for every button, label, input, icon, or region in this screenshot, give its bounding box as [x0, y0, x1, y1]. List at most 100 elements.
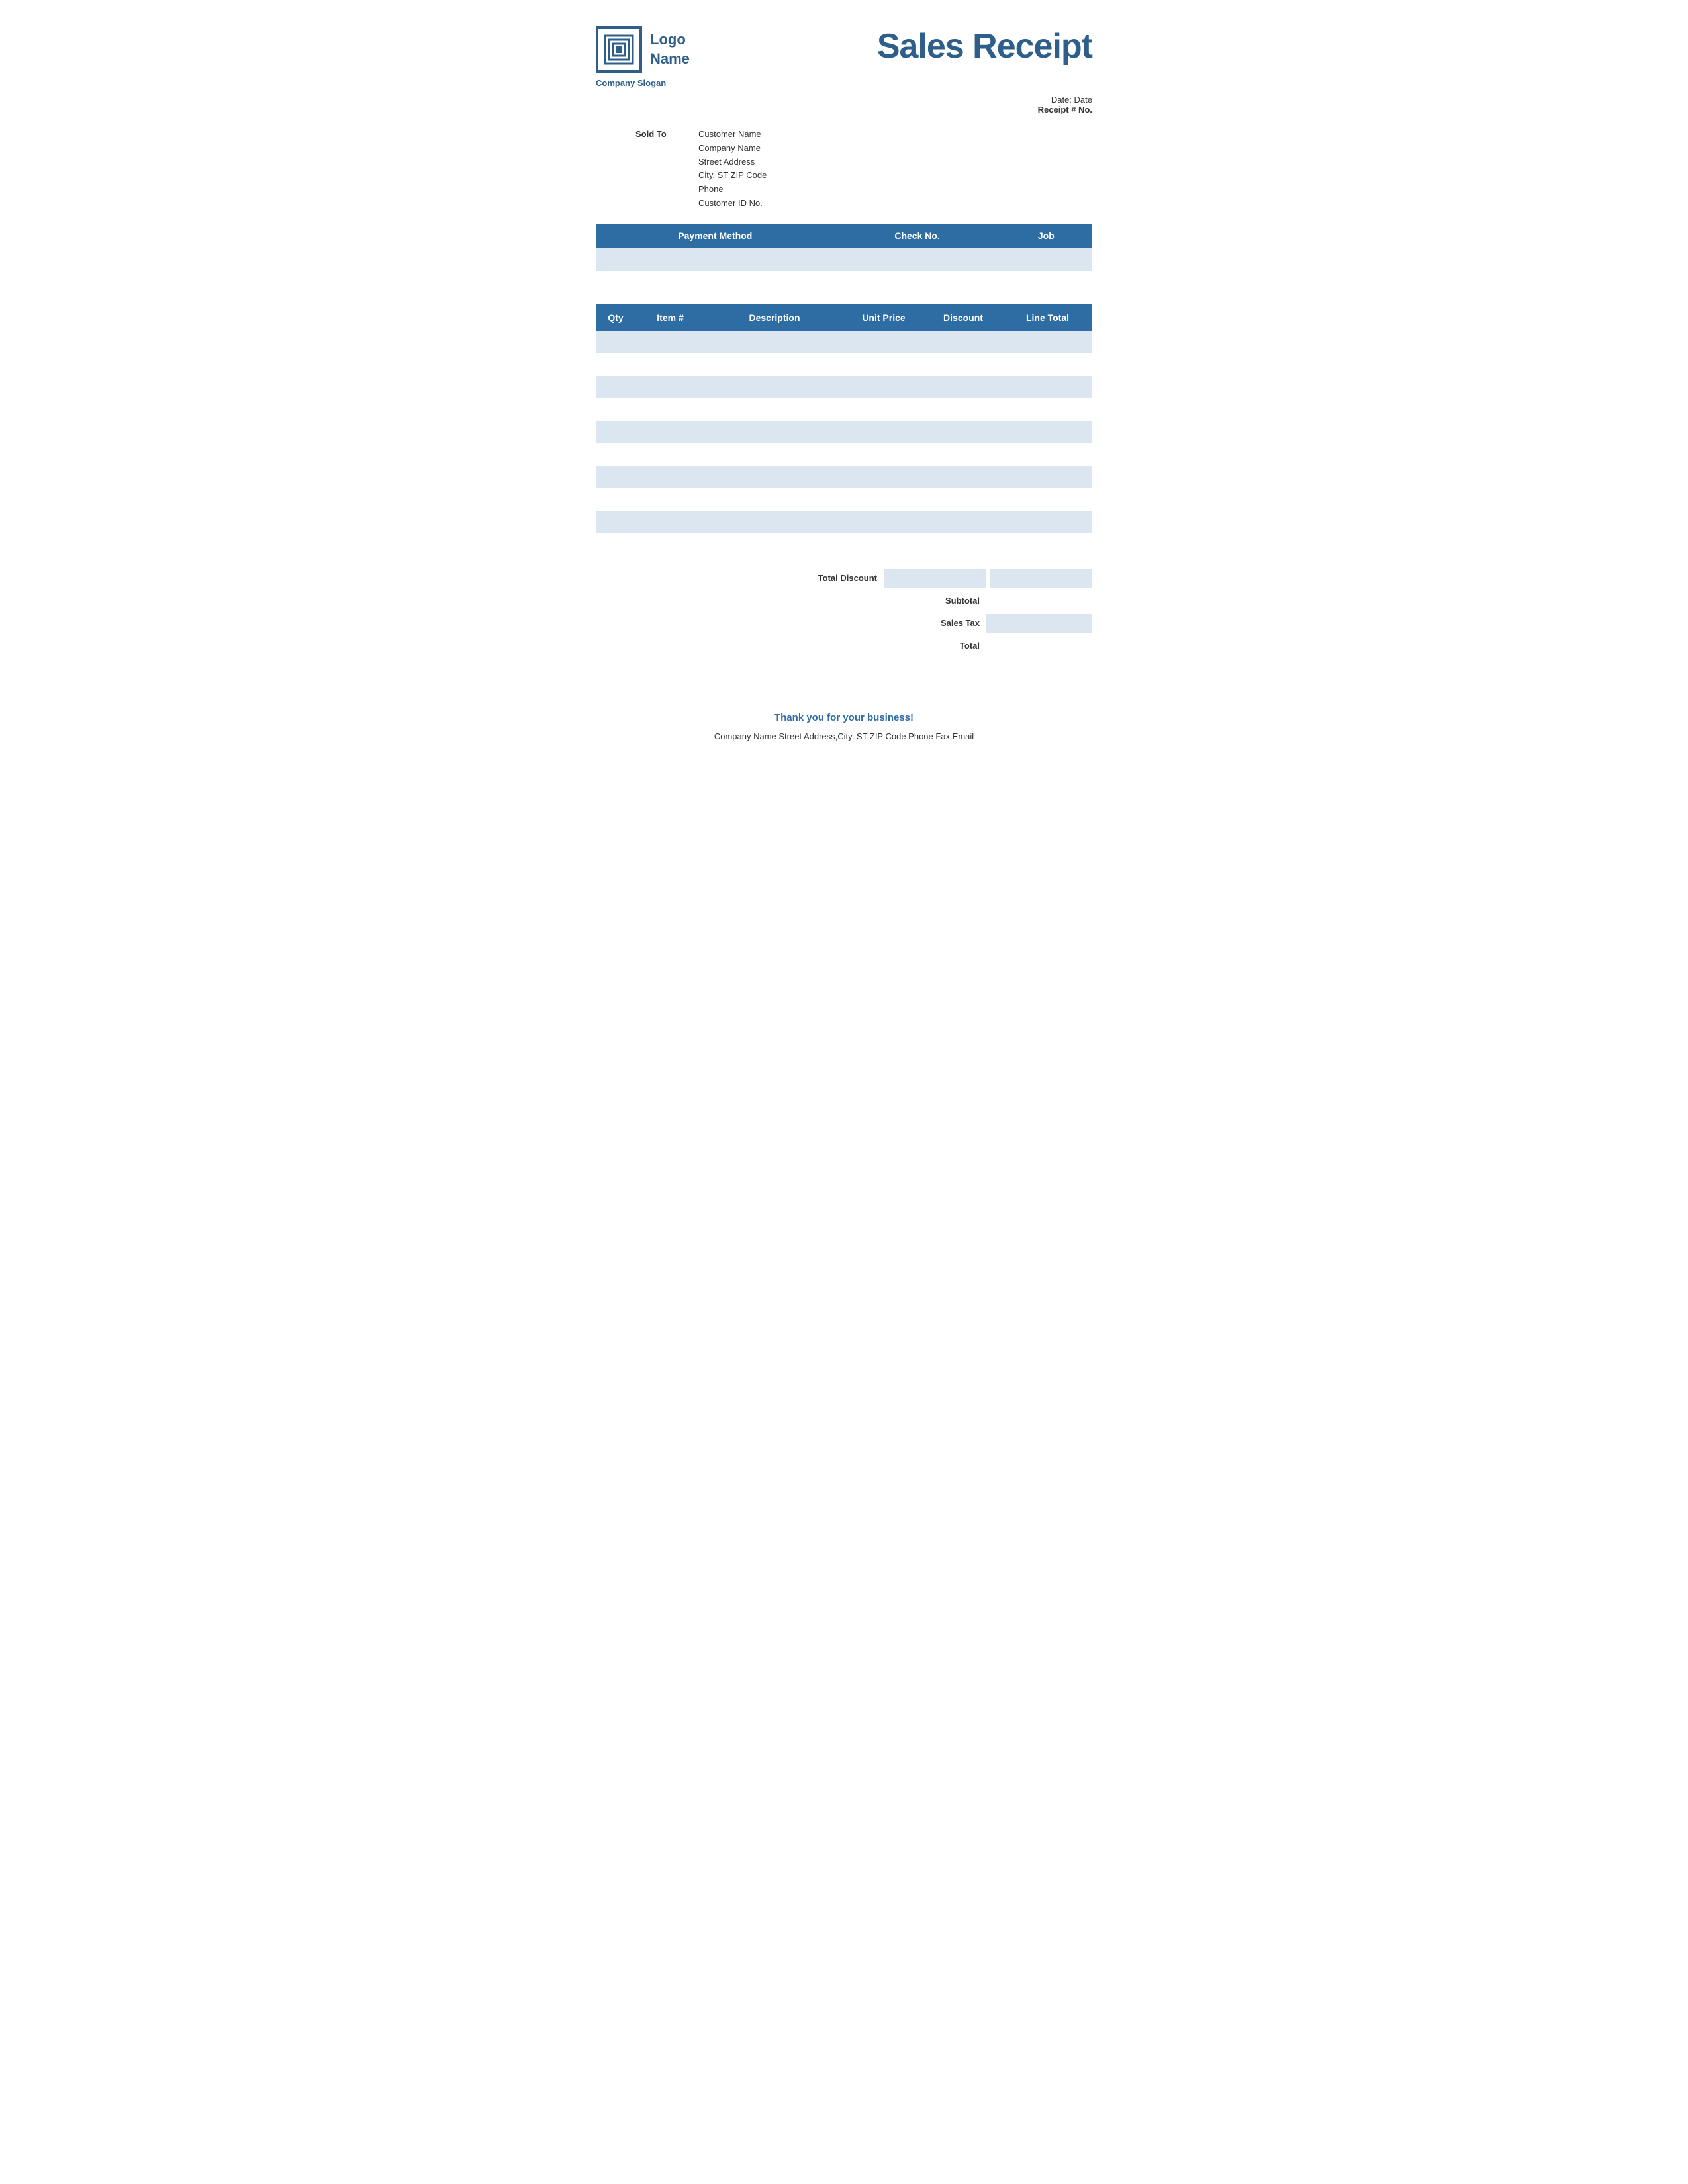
desc-cell — [705, 376, 844, 398]
desc-cell — [705, 488, 844, 511]
item-cell — [635, 421, 705, 443]
price-cell — [844, 533, 923, 556]
item-cell — [635, 376, 705, 398]
discount-cell — [923, 331, 1003, 353]
page-title: Sales Receipt — [877, 26, 1092, 66]
price-cell — [844, 331, 923, 353]
desc-cell — [705, 331, 844, 353]
logo-area: Logo Name — [596, 26, 690, 73]
item-cell — [635, 331, 705, 353]
qty-cell — [596, 398, 635, 421]
desc-cell — [705, 533, 844, 556]
thank-you-text: Thank you for your business! — [596, 712, 1092, 723]
sales-tax-box — [986, 614, 1092, 633]
total-final-label: Total — [894, 641, 980, 651]
total-discount-row: Total Discount — [820, 569, 1093, 588]
city-state-zip: City, ST ZIP Code — [698, 169, 767, 183]
qty-cell — [596, 466, 635, 488]
price-cell — [844, 488, 923, 511]
line-total-header: Line Total — [1003, 304, 1092, 331]
item-cell — [635, 511, 705, 533]
total-discount-box2 — [990, 569, 1092, 588]
payment-table: Payment Method Check No. Job — [596, 224, 1092, 271]
discount-cell — [923, 353, 1003, 376]
total-cell — [1003, 488, 1092, 511]
desc-cell — [705, 511, 844, 533]
total-cell — [1003, 533, 1092, 556]
qty-cell — [596, 511, 635, 533]
qty-cell — [596, 533, 635, 556]
table-row — [596, 443, 1092, 466]
item-cell — [635, 398, 705, 421]
qty-header: Qty — [596, 304, 635, 331]
item-cell — [635, 488, 705, 511]
sold-to-details: Customer Name Company Name Street Addres… — [698, 128, 767, 210]
price-cell — [844, 511, 923, 533]
price-cell — [844, 466, 923, 488]
qty-cell — [596, 443, 635, 466]
sold-to-section: Sold To Customer Name Company Name Stree… — [596, 128, 1092, 210]
total-spacer — [986, 637, 1092, 655]
qty-cell — [596, 331, 635, 353]
qty-cell — [596, 421, 635, 443]
table-row — [596, 331, 1092, 353]
customer-id: Customer ID No. — [698, 197, 767, 210]
payment-method-header: Payment Method — [596, 224, 835, 248]
desc-cell — [705, 353, 844, 376]
check-no-cell — [835, 248, 1000, 271]
date-area: Date: Date Receipt # No. — [596, 95, 1092, 114]
total-cell — [1003, 353, 1092, 376]
total-cell — [1003, 421, 1092, 443]
sales-tax-label: Sales Tax — [894, 618, 980, 628]
street-address: Street Address — [698, 156, 767, 169]
qty-cell — [596, 488, 635, 511]
total-cell — [1003, 511, 1092, 533]
item-cell — [635, 443, 705, 466]
date-value: Date — [1074, 95, 1092, 105]
logo-icon — [596, 26, 642, 73]
subtotal-label: Subtotal — [894, 596, 980, 606]
customer-name: Customer Name — [698, 128, 767, 142]
item-cell — [635, 466, 705, 488]
total-cell — [1003, 398, 1092, 421]
total-discount-box1 — [884, 569, 986, 588]
date-label: Date: — [1051, 95, 1072, 105]
totals-table: Total Discount Subtotal Sales Tax Total — [820, 569, 1093, 659]
footer-company-info: Company Name Street Address,City, ST ZIP… — [596, 731, 1092, 741]
desc-cell — [705, 443, 844, 466]
item-cell — [635, 353, 705, 376]
item-cell — [635, 533, 705, 556]
logo-name-text: Logo Name — [650, 30, 690, 68]
job-cell — [1000, 248, 1092, 271]
desc-cell — [705, 421, 844, 443]
price-cell — [844, 421, 923, 443]
date-line: Date: Date — [596, 95, 1092, 105]
total-cell — [1003, 443, 1092, 466]
desc-cell — [705, 398, 844, 421]
table-row — [596, 511, 1092, 533]
total-cell — [1003, 466, 1092, 488]
discount-cell — [923, 533, 1003, 556]
company-slogan: Company Slogan — [596, 78, 1092, 88]
table-row — [596, 466, 1092, 488]
company-name: Company Name — [698, 142, 767, 156]
qty-cell — [596, 376, 635, 398]
total-cell — [1003, 331, 1092, 353]
job-header: Job — [1000, 224, 1092, 248]
discount-cell — [923, 443, 1003, 466]
discount-cell — [923, 511, 1003, 533]
receipt-number: Receipt # No. — [596, 105, 1092, 114]
discount-header: Discount — [923, 304, 1003, 331]
totals-section: Total Discount Subtotal Sales Tax Total — [596, 569, 1092, 659]
subtotal-row: Subtotal — [820, 592, 1093, 610]
discount-cell — [923, 466, 1003, 488]
table-row — [596, 353, 1092, 376]
table-row — [596, 376, 1092, 398]
qty-cell — [596, 353, 635, 376]
sales-tax-row: Sales Tax — [820, 614, 1093, 633]
discount-cell — [923, 398, 1003, 421]
total-discount-label: Total Discount — [791, 573, 877, 583]
discount-cell — [923, 421, 1003, 443]
price-cell — [844, 353, 923, 376]
discount-cell — [923, 488, 1003, 511]
